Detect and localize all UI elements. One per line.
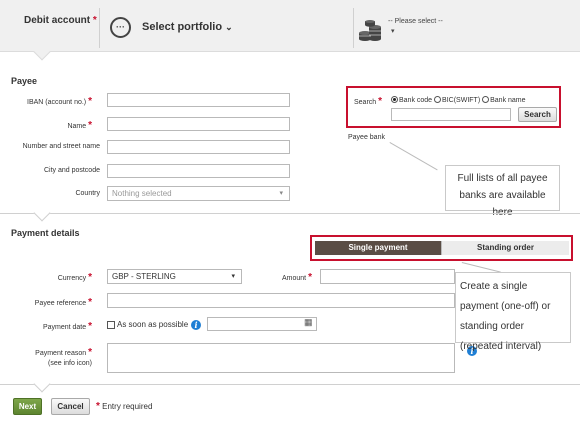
debit-account-label: Debit account * (24, 15, 97, 26)
info-icon[interactable]: i (191, 320, 201, 330)
section-pointer (33, 204, 51, 222)
chevron-down-icon: ▾ (279, 190, 283, 197)
radio-bic-swift[interactable]: BIC(SWIFT) (434, 96, 480, 104)
amount-label: Amount * (282, 272, 312, 283)
debit-account-bar (0, 0, 580, 52)
calendar-icon[interactable]: ▦ (304, 317, 313, 328)
radio-bank-name[interactable]: Bank name (482, 96, 526, 104)
country-label: Country (75, 190, 100, 197)
required-note: * Entry required (96, 401, 153, 412)
amount-input[interactable] (320, 269, 455, 284)
radio-selected-icon (391, 96, 398, 103)
section-divider (0, 213, 580, 214)
country-select[interactable]: Nothing selected ▾ (107, 186, 290, 201)
name-input[interactable] (107, 117, 290, 131)
divider (353, 8, 354, 48)
bank-search-input[interactable] (391, 108, 511, 121)
currency-label: Currency * (57, 272, 92, 283)
payee-reference-input[interactable] (107, 293, 455, 308)
search-button[interactable]: Search (518, 107, 557, 122)
section-divider (0, 384, 580, 385)
tooltip-connector (389, 142, 438, 171)
required-marker: * (92, 15, 97, 26)
select-portfolio-dropdown[interactable]: Select portfolio ⌄ (142, 21, 233, 33)
payment-type-tooltip: Create a single payment (one-off) or sta… (455, 272, 571, 352)
iban-input[interactable] (107, 93, 290, 107)
currency-account-dropdown[interactable]: -- Please select -- (388, 18, 443, 25)
payee-banks-tooltip: Full lists of all payee banks are availa… (445, 165, 560, 218)
radio-bank-code[interactable]: Bank code (391, 96, 432, 104)
city-label: City and postcode (43, 167, 100, 174)
search-type-radio-group[interactable]: Bank code BIC(SWIFT) Bank name (391, 96, 526, 104)
tab-standing-order[interactable]: Standing order (441, 241, 569, 255)
asap-checkbox[interactable] (107, 321, 115, 329)
radio-empty-icon (482, 96, 490, 103)
payee-section-title: Payee (11, 76, 38, 86)
divider (99, 8, 100, 48)
more-dots-icon[interactable]: ··· (110, 17, 131, 38)
next-button[interactable]: Next (13, 398, 42, 415)
payment-date-input[interactable] (207, 317, 317, 331)
chevron-down-icon: ▾ (391, 28, 395, 35)
iban-label: IBAN (account no.) * (27, 96, 92, 107)
payment-reason-label: Payment reason * (35, 347, 92, 358)
street-label: Number and street name (22, 143, 100, 150)
asap-label[interactable]: As soon as possible (117, 320, 188, 329)
chevron-down-icon: ▾ (231, 273, 235, 280)
search-label: Search * (354, 96, 383, 107)
radio-empty-icon (434, 96, 442, 103)
payment-date-label: Payment date * (42, 321, 92, 332)
payee-bank-label: Payee bank (348, 134, 385, 141)
city-input[interactable] (107, 164, 290, 178)
name-label: Name * (67, 120, 92, 131)
payment-reason-hint: (see info icon) (48, 360, 92, 367)
payment-details-title: Payment details (11, 228, 80, 238)
tab-single-payment[interactable]: Single payment (315, 241, 441, 255)
street-input[interactable] (107, 140, 290, 154)
payment-reason-textarea[interactable] (107, 343, 455, 373)
cancel-button[interactable]: Cancel (51, 398, 90, 415)
currency-select[interactable]: GBP - STERLING ▾ (107, 269, 242, 284)
section-pointer (33, 375, 51, 393)
payee-reference-label: Payee reference * (34, 297, 92, 308)
coins-icon (359, 20, 381, 41)
chevron-down-icon: ⌄ (225, 22, 233, 32)
